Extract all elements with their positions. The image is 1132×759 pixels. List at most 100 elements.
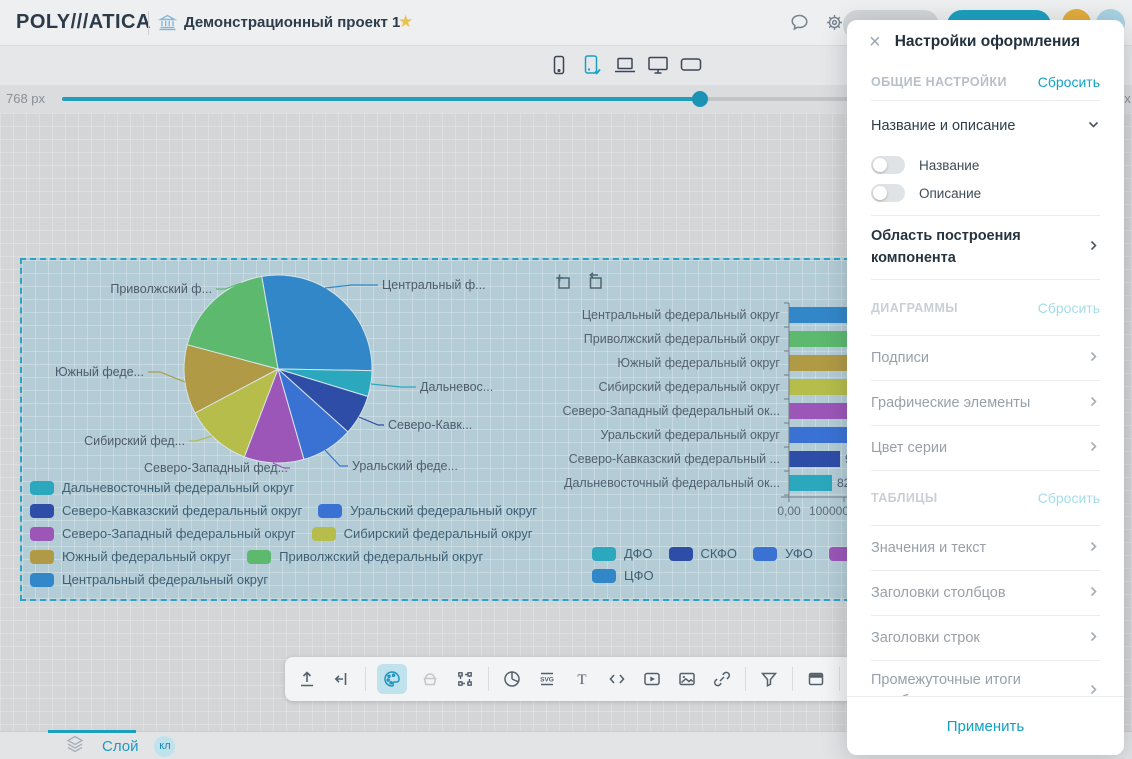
panel-title: Настройки оформления bbox=[895, 33, 1080, 51]
svg-text:0,00: 0,00 bbox=[777, 504, 801, 518]
chevron-right-icon bbox=[1087, 630, 1100, 647]
svg-text:Приволжский федеральный округ: Приволжский федеральный округ bbox=[584, 332, 781, 346]
slider-handle[interactable] bbox=[692, 91, 708, 107]
legend-swatch bbox=[30, 504, 54, 518]
export-icon[interactable] bbox=[295, 667, 319, 691]
link-icon[interactable] bbox=[710, 667, 734, 691]
legend-item: Дальневосточный федеральный округ bbox=[30, 480, 294, 495]
format-settings-panel: × Настройки оформления ОБЩИЕ НАСТРОЙКИ С… bbox=[847, 20, 1124, 755]
add-copy-icon[interactable] bbox=[552, 271, 574, 293]
row-name-description[interactable]: Название и описание bbox=[871, 101, 1100, 151]
chevron-right-icon bbox=[1087, 395, 1100, 412]
legend-item: Северо-Западный федеральный округ bbox=[30, 526, 296, 541]
legend-swatch bbox=[30, 550, 54, 564]
legend-item: Приволжский федеральный округ bbox=[247, 549, 483, 564]
svg-icon[interactable]: SVG bbox=[535, 667, 559, 691]
tab-layer[interactable]: Слой bbox=[102, 738, 138, 755]
logo: POLY///ATICA bbox=[16, 11, 151, 34]
chevron-right-icon bbox=[1087, 540, 1100, 557]
svg-text:10000000,00: 10000000,00 bbox=[809, 504, 848, 518]
legend-swatch bbox=[30, 481, 54, 495]
toggle-row-description: Описание bbox=[871, 179, 1100, 207]
bank-icon bbox=[158, 13, 177, 37]
chevron-right-icon bbox=[1087, 239, 1100, 256]
filter-icon[interactable] bbox=[757, 667, 781, 691]
component-toolbar: SVG T bbox=[285, 657, 877, 701]
layer-badge: кл bbox=[154, 736, 175, 757]
legend-item: Центральный федеральный округ bbox=[30, 572, 268, 587]
legend-item: Северо-Кавказский федеральный округ bbox=[30, 503, 302, 518]
device-tv-icon[interactable] bbox=[678, 53, 704, 82]
section-diagrams: ДИАГРАММЫ Сбросить bbox=[871, 280, 1100, 336]
legend-swatch bbox=[30, 573, 54, 587]
width-value-label: 768 px bbox=[6, 91, 45, 106]
row-row-headers[interactable]: Заголовки строк bbox=[871, 616, 1100, 661]
panel-body: ОБЩИЕ НАСТРОЙКИ Сбросить Название и опис… bbox=[847, 64, 1124, 697]
legend-item: УФО bbox=[753, 546, 813, 561]
svg-text:Центральный федеральный округ: Центральный федеральный округ bbox=[582, 308, 781, 322]
chevron-right-icon bbox=[1087, 350, 1100, 367]
comment-icon[interactable] bbox=[789, 12, 810, 38]
chevron-right-icon bbox=[1087, 440, 1100, 457]
row-column-subtotals[interactable]: Промежуточные итоги столбцов bbox=[871, 661, 1100, 697]
star-icon[interactable]: ★ bbox=[398, 12, 413, 32]
panel-footer: Применить bbox=[847, 696, 1124, 755]
window-icon[interactable] bbox=[804, 667, 828, 691]
svg-text:Сибирский федеральный округ: Сибирский федеральный округ bbox=[598, 380, 780, 394]
legend-swatch bbox=[669, 547, 693, 561]
close-icon[interactable]: × bbox=[869, 32, 881, 52]
legend-swatch bbox=[753, 547, 777, 561]
code-icon[interactable] bbox=[605, 667, 629, 691]
bar-chart: Центральный федеральный округ Приволжский… bbox=[563, 303, 848, 518]
device-tablet-icon[interactable] bbox=[579, 53, 603, 82]
video-icon[interactable] bbox=[640, 667, 664, 691]
basket-icon bbox=[418, 667, 442, 691]
svg-text:Северо-Западный фед...: Северо-Западный фед... bbox=[144, 461, 288, 475]
device-laptop-icon[interactable] bbox=[612, 53, 638, 82]
layers-icon[interactable] bbox=[64, 733, 86, 759]
row-values-text[interactable]: Значения и текст bbox=[871, 526, 1100, 571]
svg-text:Дальневосточный федеральный ок: Дальневосточный федеральный ок... bbox=[564, 476, 780, 490]
device-phone-icon[interactable] bbox=[547, 53, 571, 82]
row-labels[interactable]: Подписи bbox=[871, 336, 1100, 381]
chevron-right-icon bbox=[1087, 585, 1100, 602]
svg-text:SVG: SVG bbox=[540, 676, 554, 683]
text-icon[interactable]: T bbox=[570, 667, 594, 691]
gear-icon[interactable] bbox=[824, 12, 845, 38]
legend-swatch bbox=[592, 547, 616, 561]
reset-diagrams-link[interactable]: Сбросить bbox=[1038, 300, 1100, 316]
row-series-color[interactable]: Цвет серии bbox=[871, 426, 1100, 471]
selected-component[interactable]: Центральный ф...Дальневос...Северо-Кавк.… bbox=[20, 258, 850, 601]
apply-button[interactable]: Применить bbox=[941, 717, 1031, 736]
toggle-group: Название Описание bbox=[871, 151, 1100, 216]
chevron-down-icon bbox=[1087, 118, 1100, 135]
project-title[interactable]: Демонстрационный проект 1 bbox=[184, 14, 400, 31]
legend-swatch bbox=[247, 550, 271, 564]
slider-fill bbox=[62, 97, 700, 101]
svg-text:Северо-Кавказский федеральный: Северо-Кавказский федеральный ... bbox=[569, 452, 780, 466]
active-tab-indicator bbox=[48, 730, 136, 733]
svg-text:Приволжский ф...: Приволжский ф... bbox=[110, 282, 212, 296]
reset-tables-link[interactable]: Сбросить bbox=[1038, 490, 1100, 506]
legend-item: Южный федеральный округ bbox=[30, 549, 231, 564]
row-column-headers[interactable]: Заголовки столбцов bbox=[871, 571, 1100, 616]
pie-legend: Дальневосточный федеральный округ Северо-… bbox=[30, 480, 537, 587]
legend-item: Сибирский федеральный округ bbox=[312, 526, 533, 541]
app-window: POLY///ATICA Демонстрационный проект 1 ★ bbox=[0, 0, 1132, 759]
svg-text:Уральский феде...: Уральский феде... bbox=[352, 459, 458, 473]
transform-icon[interactable] bbox=[453, 667, 477, 691]
image-icon[interactable] bbox=[675, 667, 699, 691]
pie-chart: Центральный ф...Дальневос...Северо-Кавк.… bbox=[55, 275, 493, 475]
row-graphic-elements[interactable]: Графические элементы bbox=[871, 381, 1100, 426]
palette-icon[interactable] bbox=[377, 664, 407, 694]
collapse-left-icon[interactable] bbox=[330, 667, 354, 691]
chevron-right-icon bbox=[1087, 683, 1100, 698]
pie-chart-icon[interactable] bbox=[500, 667, 524, 691]
description-toggle[interactable] bbox=[871, 184, 905, 202]
reset-general-link[interactable]: Сбросить bbox=[1038, 74, 1100, 90]
svg-text:Дальневос...: Дальневос... bbox=[420, 380, 493, 394]
device-desktop-icon[interactable] bbox=[645, 53, 671, 82]
undo-frame-icon[interactable] bbox=[584, 271, 606, 293]
row-build-area[interactable]: Область построения компонента bbox=[871, 216, 1100, 280]
title-toggle[interactable] bbox=[871, 156, 905, 174]
